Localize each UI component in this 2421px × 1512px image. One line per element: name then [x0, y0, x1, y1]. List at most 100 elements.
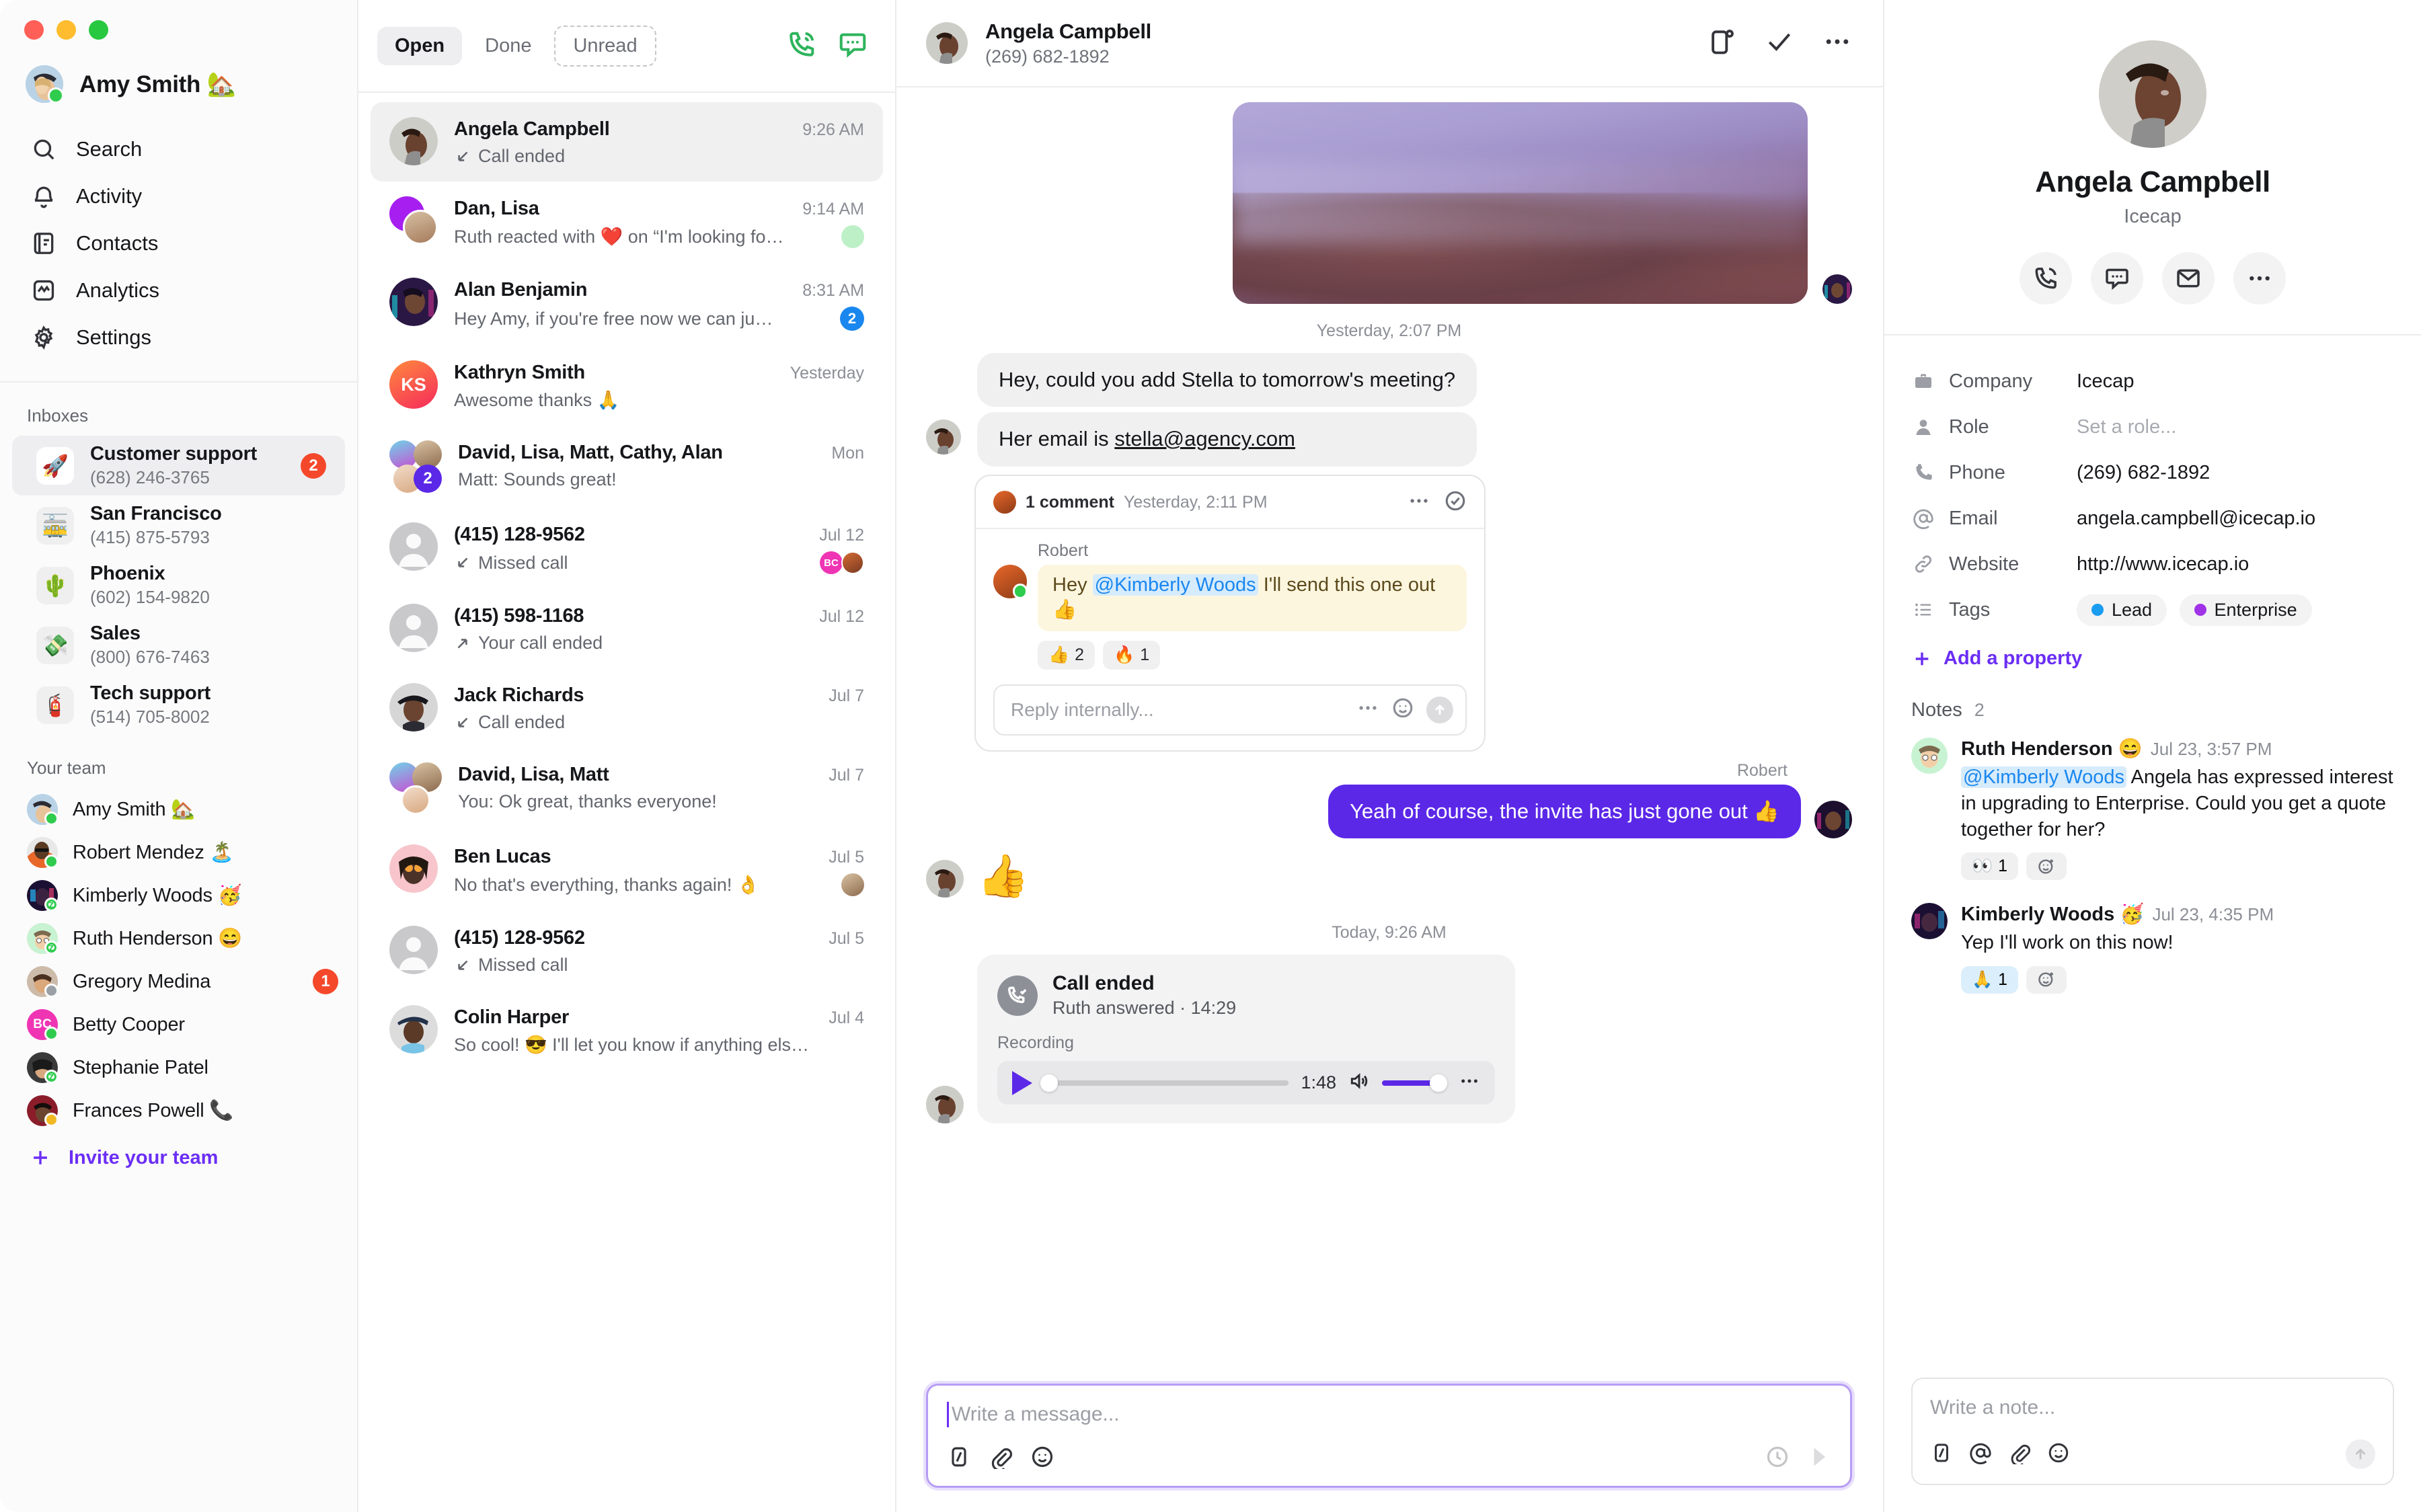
- tag-enterprise[interactable]: Enterprise: [2179, 594, 2312, 626]
- team-member-kimberly-woods[interactable]: Kimberly Woods 🥳: [0, 874, 357, 917]
- more-icon[interactable]: [1356, 697, 1379, 723]
- mark-done-icon[interactable]: [1765, 27, 1794, 60]
- minimize-window-button[interactable]: [56, 20, 76, 40]
- sidebar-item-search[interactable]: Search: [0, 126, 357, 173]
- inbox-item-san-francisco[interactable]: 🚋 San Francisco (415) 875-5793: [12, 495, 345, 555]
- email-button[interactable]: [2162, 252, 2215, 305]
- property-label: Email: [1949, 507, 1998, 529]
- more-icon[interactable]: [1822, 27, 1852, 60]
- new-call-icon[interactable]: [786, 29, 817, 63]
- reaction-chip[interactable]: 👀 1: [1961, 852, 2019, 881]
- close-window-button[interactable]: [24, 20, 44, 40]
- call-button[interactable]: [2020, 252, 2072, 305]
- tab-open[interactable]: Open: [377, 26, 463, 65]
- property-phone[interactable]: Phone (269) 682-1892: [1911, 450, 2394, 495]
- snippet-icon[interactable]: [947, 1445, 971, 1472]
- conversation-item-ben-lucas[interactable]: Ben Lucas Jul 5 No that's everything, th…: [371, 830, 883, 911]
- add-reaction-button[interactable]: [2026, 852, 2067, 881]
- team-member-ruth-henderson[interactable]: Ruth Henderson 😄: [0, 917, 357, 960]
- sidebar-item-contacts[interactable]: Contacts: [0, 220, 357, 267]
- inbox-item-phoenix[interactable]: 🌵 Phoenix (602) 154-9820: [12, 555, 345, 615]
- inbox-item-customer-support[interactable]: 🚀 Customer support (628) 246-3765 2: [12, 436, 345, 495]
- inbox-item-tech-support[interactable]: 🧯 Tech support (514) 705-8002: [12, 675, 345, 735]
- more-icon[interactable]: [1408, 489, 1430, 516]
- note-composer[interactable]: Write a note...: [1911, 1378, 2394, 1485]
- property-tags[interactable]: Tags Lead Enterprise: [1911, 587, 2394, 633]
- mention-icon[interactable]: [1969, 1441, 1992, 1468]
- tab-done[interactable]: Done: [467, 27, 549, 65]
- conversation-item-angela-campbell[interactable]: Angela Campbell 9:26 AM Call ended: [371, 102, 883, 182]
- tag-lead[interactable]: Lead: [2077, 594, 2167, 626]
- volume-slider[interactable]: [1382, 1074, 1447, 1092]
- team-member-robert-mendez[interactable]: Robert Mendez 🏝️: [0, 831, 357, 874]
- more-button[interactable]: [2233, 252, 2286, 305]
- reaction-chip[interactable]: 🙏 1: [1961, 965, 2019, 994]
- playback-knob[interactable]: [1040, 1074, 1058, 1092]
- conversation-item-415-598-1168[interactable]: (415) 598-1168 Jul 12 Your call ended: [371, 589, 883, 668]
- property-company[interactable]: Company Icecap: [1911, 358, 2394, 404]
- team-member-gregory-medina[interactable]: Gregory Medina 1: [0, 960, 357, 1003]
- message-bubble-incoming[interactable]: Hey, could you add Stella to tomorrow's …: [977, 353, 1477, 407]
- property-email[interactable]: Email angela.campbell@icecap.io: [1911, 495, 2394, 541]
- conversation-item-kathryn-smith[interactable]: KS Kathryn Smith Yesterday Awesome thank…: [371, 346, 883, 426]
- conversation-item-jack-richards[interactable]: Jack Richards Jul 7 Call ended: [371, 668, 883, 748]
- add-reaction-button[interactable]: [2026, 965, 2067, 994]
- mention-chip[interactable]: @Kimberly Woods: [1092, 573, 1258, 596]
- tab-unread[interactable]: Unread: [554, 25, 656, 67]
- team-member-frances-powell[interactable]: Frances Powell 📞: [0, 1089, 357, 1132]
- resolve-check-icon[interactable]: [1444, 489, 1467, 516]
- conversation-item-dan-lisa[interactable]: Dan, Lisa 9:14 AM Ruth reacted with ❤️ o…: [371, 182, 883, 263]
- avatar[interactable]: [2099, 40, 2206, 148]
- attachment-icon[interactable]: [989, 1445, 1013, 1472]
- send-note-button[interactable]: [2346, 1439, 2375, 1469]
- message-bubble-incoming[interactable]: Her email is stella@agency.com: [977, 412, 1477, 467]
- sidebar-item-activity[interactable]: Activity: [0, 173, 357, 220]
- maximize-window-button[interactable]: [89, 20, 108, 40]
- conversation-item-415-128-9562-a[interactable]: (415) 128-9562 Jul 12 Missed call BC: [371, 508, 883, 589]
- attachment-icon[interactable]: [2008, 1441, 2031, 1468]
- conversation-item-colin-harper[interactable]: Colin Harper Jul 4 So cool! 😎 I'll let y…: [371, 990, 883, 1070]
- reaction-chip[interactable]: 👍 2: [1038, 640, 1096, 670]
- more-icon[interactable]: [1459, 1070, 1480, 1095]
- message-composer[interactable]: Write a message...: [926, 1384, 1852, 1488]
- emoji-icon[interactable]: [1030, 1445, 1054, 1472]
- team-member-stephanie-patel[interactable]: Stephanie Patel: [0, 1046, 357, 1089]
- window-traffic-lights[interactable]: [0, 0, 357, 40]
- internal-reply-input[interactable]: Reply internally...: [993, 684, 1467, 735]
- play-button[interactable]: [1012, 1070, 1032, 1095]
- conversation-item-415-128-9562-b[interactable]: (415) 128-9562 Jul 5 Missed call: [371, 911, 883, 990]
- reaction-chip[interactable]: 🔥 1: [1103, 640, 1161, 670]
- mention-chip[interactable]: @Kimberly Woods: [1961, 766, 2127, 788]
- team-member-betty-cooper[interactable]: BC Betty Cooper: [0, 1003, 357, 1046]
- contact-card-icon[interactable]: [1707, 27, 1736, 60]
- property-role[interactable]: Role Set a role...: [1911, 404, 2394, 450]
- sidebar-item-analytics[interactable]: Analytics: [0, 267, 357, 314]
- current-user[interactable]: Amy Smith 🏡: [0, 40, 357, 104]
- schedule-clock-icon[interactable]: [1765, 1445, 1790, 1472]
- emoji-icon[interactable]: [1391, 697, 1414, 723]
- volume-knob[interactable]: [1429, 1074, 1447, 1092]
- sidebar-item-settings[interactable]: Settings: [0, 314, 357, 361]
- invite-team-button[interactable]: Invite your team: [0, 1132, 357, 1171]
- message-input-placeholder[interactable]: Write a message...: [947, 1402, 1831, 1427]
- email-link[interactable]: stella@agency.com: [1114, 427, 1295, 450]
- inbox-item-sales[interactable]: 💸 Sales (800) 676-7463: [12, 615, 345, 675]
- volume-icon[interactable]: [1348, 1070, 1370, 1095]
- send-comment-button[interactable]: [1426, 696, 1453, 723]
- conversation-item-david-lisa-matt[interactable]: David, Lisa, Matt Jul 7 You: Ok great, t…: [371, 748, 883, 830]
- message-bubble-outgoing[interactable]: Yeah of course, the invite has just gone…: [1328, 784, 1801, 839]
- emoji-icon[interactable]: [2047, 1441, 2070, 1468]
- image-message[interactable]: [1233, 102, 1808, 304]
- conversation-item-alan-benjamin[interactable]: Alan Benjamin 8:31 AM Hey Amy, if you're…: [371, 263, 883, 346]
- snippet-icon[interactable]: [1930, 1441, 1953, 1468]
- send-icon[interactable]: [1807, 1445, 1831, 1472]
- conversation-item-david-lisa-matt-cathy-alan[interactable]: 2 David, Lisa, Matt, Cathy, Alan Mon Mat…: [371, 426, 883, 508]
- playback-progress-slider[interactable]: [1040, 1074, 1289, 1092]
- note-input-placeholder[interactable]: Write a note...: [1930, 1396, 2375, 1419]
- team-member-amy-smith[interactable]: Amy Smith 🏡: [0, 788, 357, 831]
- message-button[interactable]: [2091, 252, 2143, 305]
- property-website[interactable]: Website http://www.icecap.io: [1911, 541, 2394, 587]
- avatar[interactable]: [926, 22, 968, 65]
- new-message-icon[interactable]: [837, 29, 868, 63]
- add-property-button[interactable]: Add a property: [1911, 647, 2394, 670]
